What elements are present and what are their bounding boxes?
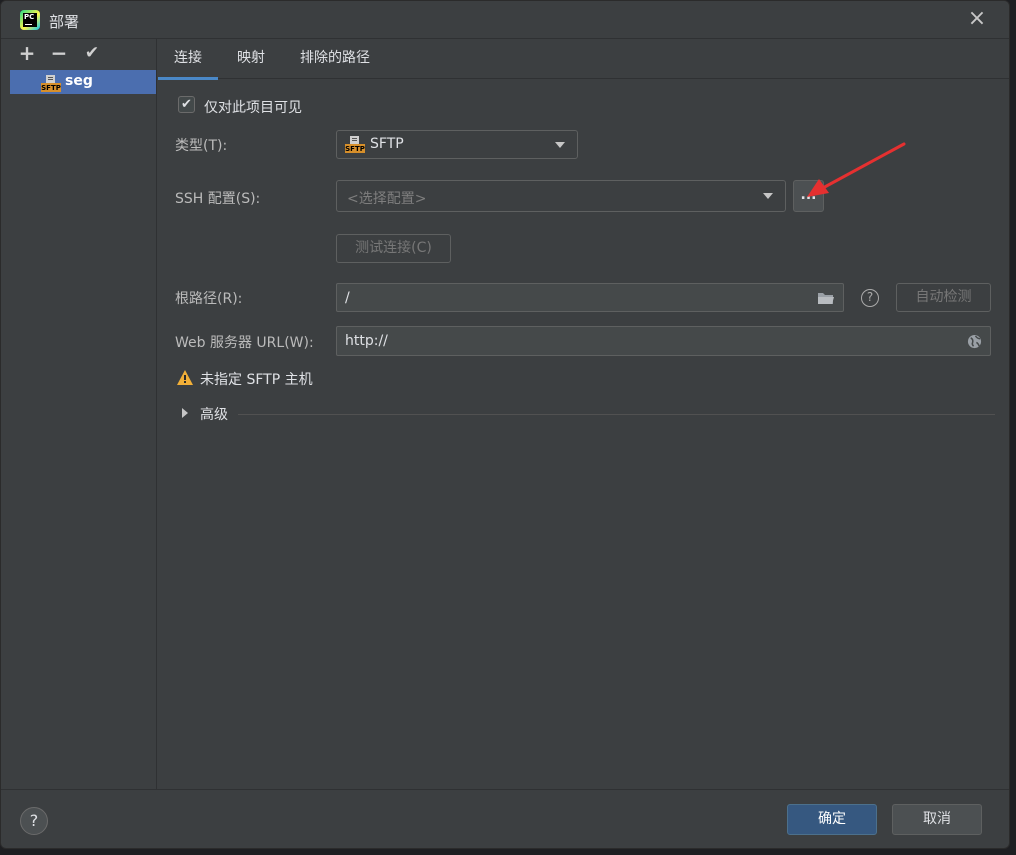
connection-panel: ✔ 仅对此项目可见 类型(T): SFTP SFTP SSH 配置(S): <选… xyxy=(158,80,1009,790)
root-path-label: 根路径(R): xyxy=(175,291,243,307)
visible-only-label: 仅对此项目可见 xyxy=(204,100,302,116)
ssh-config-more-button[interactable]: ... xyxy=(793,180,824,212)
pycharm-app-icon: PC xyxy=(20,10,40,30)
ok-button[interactable]: 确定 xyxy=(787,804,877,835)
tab-mappings[interactable]: 映射 xyxy=(221,39,281,79)
add-server-button[interactable]: + xyxy=(16,42,38,64)
chevron-right-icon[interactable] xyxy=(182,408,188,418)
ssh-config-label: SSH 配置(S): xyxy=(175,191,261,207)
warning-text: 未指定 SFTP 主机 xyxy=(200,372,313,388)
title-bar: PC 部署 × xyxy=(1,1,1009,39)
server-item-label: seg xyxy=(65,73,93,89)
close-icon[interactable]: × xyxy=(967,8,987,30)
tab-bar: 连接 映射 排除的路径 xyxy=(158,39,1009,80)
server-item-seg[interactable]: SFTP seg xyxy=(10,70,156,94)
visible-only-checkbox[interactable]: ✔ xyxy=(178,96,195,113)
window-title: 部署 xyxy=(49,13,80,31)
web-url-input[interactable] xyxy=(337,327,990,355)
sftp-type-icon: SFTP xyxy=(345,136,365,153)
sftp-server-icon: SFTP xyxy=(41,75,61,92)
web-url-field[interactable] xyxy=(336,326,991,356)
globe-icon[interactable] xyxy=(967,334,982,349)
deployment-dialog: PC 部署 × + − ✔ SFTP seg 连接 映射 排除的路径 ✔ 仅对此… xyxy=(0,0,1010,849)
set-default-check-button[interactable]: ✔ xyxy=(81,42,103,64)
folder-icon[interactable] xyxy=(817,291,835,305)
dialog-footer: ? 确定 取消 xyxy=(1,789,1009,848)
type-icon-badge-text: SFTP xyxy=(345,145,365,153)
type-select-value: SFTP xyxy=(370,136,404,152)
cancel-button[interactable]: 取消 xyxy=(892,804,982,835)
chevron-down-icon xyxy=(555,141,565,148)
tab-connection[interactable]: 连接 xyxy=(158,39,218,80)
root-path-field[interactable] xyxy=(336,283,844,312)
type-label: 类型(T): xyxy=(175,138,228,154)
server-list-toolbar: + − ✔ xyxy=(10,39,156,69)
ssh-config-placeholder: <选择配置> xyxy=(347,191,427,207)
advanced-divider xyxy=(238,414,995,415)
advanced-section-toggle[interactable]: 高级 xyxy=(200,404,228,424)
help-icon[interactable]: ? xyxy=(861,289,879,307)
chevron-down-icon xyxy=(763,193,773,199)
web-url-label: Web 服务器 URL(W): xyxy=(175,335,314,351)
ssh-config-select[interactable]: <选择配置> xyxy=(336,180,786,212)
remove-server-button[interactable]: − xyxy=(48,42,70,64)
app-icon-text: PC xyxy=(24,13,35,21)
test-connection-button[interactable]: 测试连接(C) xyxy=(336,234,451,263)
help-button[interactable]: ? xyxy=(20,807,48,835)
server-list-panel: + − ✔ SFTP seg xyxy=(10,39,157,789)
sftp-badge-text: SFTP xyxy=(41,84,61,92)
tab-excluded-paths[interactable]: 排除的路径 xyxy=(284,39,386,79)
auto-detect-button[interactable]: 自动检测 xyxy=(896,283,991,312)
warning-icon xyxy=(177,370,193,385)
type-select[interactable]: SFTP SFTP xyxy=(336,130,578,159)
root-path-input[interactable] xyxy=(337,284,843,311)
